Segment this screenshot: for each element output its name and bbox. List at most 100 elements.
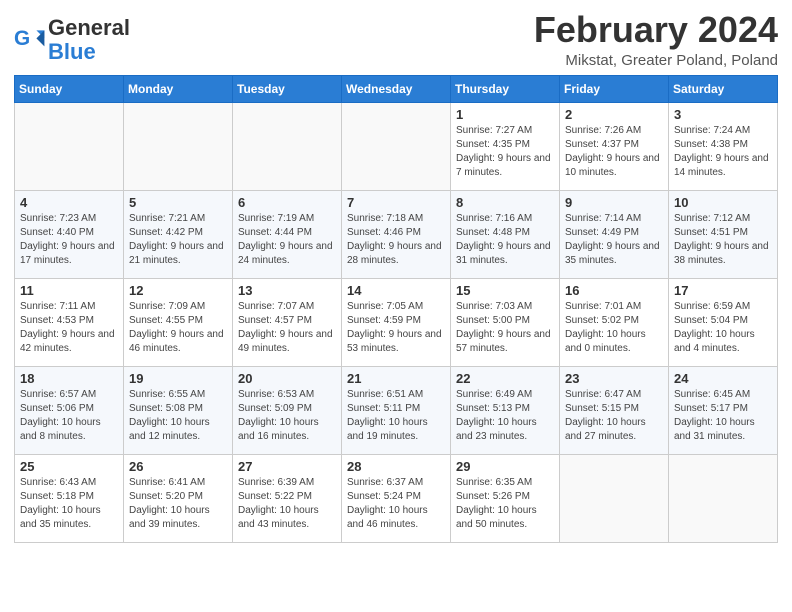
day-info: Sunrise: 7:19 AM Sunset: 4:44 PM Dayligh… (238, 212, 336, 268)
day-info: Sunrise: 6:49 AM Sunset: 5:13 PM Dayligh… (456, 388, 554, 444)
weekday-header: Monday (124, 75, 233, 102)
calendar-cell: 28 Sunrise: 6:37 AM Sunset: 5:24 PM Dayli… (342, 454, 451, 542)
day-number: 11 (20, 283, 118, 298)
day-info: Sunrise: 6:55 AM Sunset: 5:08 PM Dayligh… (129, 388, 227, 444)
calendar-cell: 29 Sunrise: 6:35 AM Sunset: 5:26 PM Dayli… (451, 454, 560, 542)
day-number: 6 (238, 195, 336, 210)
logo: G General Blue (14, 16, 130, 64)
day-info: Sunrise: 7:05 AM Sunset: 4:59 PM Dayligh… (347, 300, 445, 356)
day-number: 9 (565, 195, 663, 210)
weekday-header: Thursday (451, 75, 560, 102)
calendar-cell (560, 454, 669, 542)
calendar-cell: 4 Sunrise: 7:23 AM Sunset: 4:40 PM Daylig… (15, 190, 124, 278)
calendar-cell: 5 Sunrise: 7:21 AM Sunset: 4:42 PM Daylig… (124, 190, 233, 278)
calendar-table: SundayMondayTuesdayWednesdayThursdayFrid… (14, 75, 778, 543)
calendar-cell: 26 Sunrise: 6:41 AM Sunset: 5:20 PM Dayli… (124, 454, 233, 542)
calendar-cell (15, 102, 124, 190)
day-number: 5 (129, 195, 227, 210)
day-number: 2 (565, 107, 663, 122)
day-number: 4 (20, 195, 118, 210)
day-number: 27 (238, 459, 336, 474)
subtitle: Mikstat, Greater Poland, Poland (534, 52, 778, 69)
calendar-week-row: 11 Sunrise: 7:11 AM Sunset: 4:53 PM Dayli… (15, 278, 778, 366)
calendar-cell: 19 Sunrise: 6:55 AM Sunset: 5:08 PM Dayli… (124, 366, 233, 454)
calendar-cell: 12 Sunrise: 7:09 AM Sunset: 4:55 PM Dayli… (124, 278, 233, 366)
day-info: Sunrise: 7:21 AM Sunset: 4:42 PM Dayligh… (129, 212, 227, 268)
day-number: 23 (565, 371, 663, 386)
day-number: 24 (674, 371, 772, 386)
day-info: Sunrise: 6:43 AM Sunset: 5:18 PM Dayligh… (20, 476, 118, 532)
day-info: Sunrise: 6:59 AM Sunset: 5:04 PM Dayligh… (674, 300, 772, 356)
calendar-cell: 3Sunrise: 7:24 AM Sunset: 4:38 PM Daylig… (669, 102, 778, 190)
day-info: Sunrise: 6:35 AM Sunset: 5:26 PM Dayligh… (456, 476, 554, 532)
calendar-cell: 11 Sunrise: 7:11 AM Sunset: 4:53 PM Dayli… (15, 278, 124, 366)
day-number: 1 (456, 107, 554, 122)
calendar-week-row: 25 Sunrise: 6:43 AM Sunset: 5:18 PM Dayli… (15, 454, 778, 542)
day-info: Sunrise: 7:01 AM Sunset: 5:02 PM Dayligh… (565, 300, 663, 356)
day-info: Sunrise: 6:39 AM Sunset: 5:22 PM Dayligh… (238, 476, 336, 532)
day-info: Sunrise: 7:03 AM Sunset: 5:00 PM Dayligh… (456, 300, 554, 356)
day-number: 15 (456, 283, 554, 298)
day-number: 26 (129, 459, 227, 474)
day-number: 21 (347, 371, 445, 386)
title-area: February 2024 Mikstat, Greater Poland, P… (534, 10, 778, 69)
calendar-cell: 1 Sunrise: 7:27 AM Sunset: 4:35 PM Daylig… (451, 102, 560, 190)
calendar-cell: 7Sunrise: 7:18 AM Sunset: 4:46 PM Daylig… (342, 190, 451, 278)
day-info: Sunrise: 7:23 AM Sunset: 4:40 PM Dayligh… (20, 212, 118, 268)
day-number: 8 (456, 195, 554, 210)
calendar-week-row: 18 Sunrise: 6:57 AM Sunset: 5:06 PM Dayli… (15, 366, 778, 454)
calendar-cell: 25 Sunrise: 6:43 AM Sunset: 5:18 PM Dayli… (15, 454, 124, 542)
calendar-cell: 27 Sunrise: 6:39 AM Sunset: 5:22 PM Dayli… (233, 454, 342, 542)
calendar-cell: 13Sunrise: 7:07 AM Sunset: 4:57 PM Dayli… (233, 278, 342, 366)
main-title: February 2024 (534, 10, 778, 50)
day-number: 14 (347, 283, 445, 298)
calendar-cell: 21Sunrise: 6:51 AM Sunset: 5:11 PM Dayli… (342, 366, 451, 454)
weekday-header: Wednesday (342, 75, 451, 102)
calendar-cell: 6 Sunrise: 7:19 AM Sunset: 4:44 PM Daylig… (233, 190, 342, 278)
day-info: Sunrise: 6:41 AM Sunset: 5:20 PM Dayligh… (129, 476, 227, 532)
calendar-cell: 8 Sunrise: 7:16 AM Sunset: 4:48 PM Daylig… (451, 190, 560, 278)
calendar-cell: 15 Sunrise: 7:03 AM Sunset: 5:00 PM Dayli… (451, 278, 560, 366)
day-number: 18 (20, 371, 118, 386)
day-info: Sunrise: 7:11 AM Sunset: 4:53 PM Dayligh… (20, 300, 118, 356)
day-number: 10 (674, 195, 772, 210)
weekday-header: Tuesday (233, 75, 342, 102)
day-info: Sunrise: 7:18 AM Sunset: 4:46 PM Dayligh… (347, 212, 445, 268)
day-info: Sunrise: 6:37 AM Sunset: 5:24 PM Dayligh… (347, 476, 445, 532)
weekday-header: Sunday (15, 75, 124, 102)
day-info: Sunrise: 6:53 AM Sunset: 5:09 PM Dayligh… (238, 388, 336, 444)
day-info: Sunrise: 7:09 AM Sunset: 4:55 PM Dayligh… (129, 300, 227, 356)
day-info: Sunrise: 7:16 AM Sunset: 4:48 PM Dayligh… (456, 212, 554, 268)
calendar-cell: 2 Sunrise: 7:26 AM Sunset: 4:37 PM Daylig… (560, 102, 669, 190)
day-number: 20 (238, 371, 336, 386)
day-number: 16 (565, 283, 663, 298)
calendar-week-row: 1 Sunrise: 7:27 AM Sunset: 4:35 PM Daylig… (15, 102, 778, 190)
day-number: 28 (347, 459, 445, 474)
day-info: Sunrise: 6:57 AM Sunset: 5:06 PM Dayligh… (20, 388, 118, 444)
weekday-header: Saturday (669, 75, 778, 102)
weekday-header-row: SundayMondayTuesdayWednesdayThursdayFrid… (15, 75, 778, 102)
calendar-cell: 24Sunrise: 6:45 AM Sunset: 5:17 PM Dayli… (669, 366, 778, 454)
day-info: Sunrise: 7:07 AM Sunset: 4:57 PM Dayligh… (238, 300, 336, 356)
calendar-cell (124, 102, 233, 190)
day-info: Sunrise: 7:12 AM Sunset: 4:51 PM Dayligh… (674, 212, 772, 268)
calendar-cell (342, 102, 451, 190)
day-info: Sunrise: 7:14 AM Sunset: 4:49 PM Dayligh… (565, 212, 663, 268)
calendar-cell: 16 Sunrise: 7:01 AM Sunset: 5:02 PM Dayli… (560, 278, 669, 366)
day-number: 25 (20, 459, 118, 474)
calendar-cell: 14 Sunrise: 7:05 AM Sunset: 4:59 PM Dayli… (342, 278, 451, 366)
logo-text: General Blue (48, 16, 130, 64)
day-info: Sunrise: 7:27 AM Sunset: 4:35 PM Dayligh… (456, 124, 554, 180)
weekday-header: Friday (560, 75, 669, 102)
calendar-cell: 17Sunrise: 6:59 AM Sunset: 5:04 PM Dayli… (669, 278, 778, 366)
day-number: 12 (129, 283, 227, 298)
calendar-cell: 9 Sunrise: 7:14 AM Sunset: 4:49 PM Daylig… (560, 190, 669, 278)
header: G General Blue February 2024 Mikstat, Gr… (14, 10, 778, 69)
day-info: Sunrise: 7:26 AM Sunset: 4:37 PM Dayligh… (565, 124, 663, 180)
day-number: 29 (456, 459, 554, 474)
day-number: 3 (674, 107, 772, 122)
day-number: 22 (456, 371, 554, 386)
calendar-cell (233, 102, 342, 190)
day-number: 19 (129, 371, 227, 386)
calendar-cell (669, 454, 778, 542)
